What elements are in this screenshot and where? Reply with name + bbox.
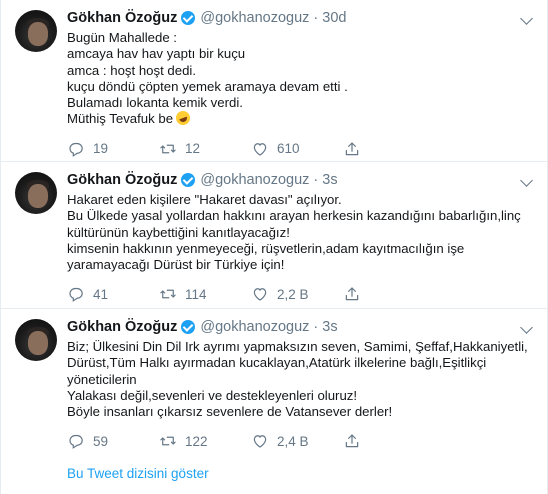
- tweet-text-line: kimsenin hakkının yenmeyeceği, rüşvetler…: [67, 240, 465, 256]
- tweet-text-line: kuçu döndü çöpten yemek aramaya devam et…: [67, 78, 348, 94]
- tweet-text-line: Bu Ülkede yasal yollardan hakkını arayan…: [67, 208, 521, 224]
- like-count: 610: [277, 141, 300, 157]
- avatar[interactable]: [15, 319, 57, 361]
- tweet-header: Gökhan Özoğuz @gokhanozoguz · 3s: [67, 317, 533, 337]
- like-button[interactable]: 2,2 B: [251, 285, 343, 303]
- heart-icon: [253, 288, 267, 302]
- tweet-text-line: Yalakası değil,sevenleri ve destekleyenl…: [67, 387, 358, 403]
- timestamp[interactable]: 3s: [322, 319, 337, 335]
- tweet[interactable]: Gökhan Özoğuz @gokhanozoguz · 3s Hakaret…: [1, 162, 547, 309]
- tweet-text-line: Dürüst,Tüm Halkı ayırmadan kucaklayan,At…: [67, 355, 487, 371]
- retweet-button[interactable]: 122: [159, 432, 251, 450]
- tweet-text-line: amca : hoşt hoşt dedi.: [67, 62, 197, 78]
- share-icon: [345, 434, 359, 448]
- avatar[interactable]: [15, 10, 57, 52]
- verified-badge-icon: [181, 173, 196, 187]
- author-name[interactable]: Gökhan Özoğuz: [67, 10, 177, 26]
- reply-icon: [69, 435, 83, 450]
- retweet-icon: [160, 437, 176, 446]
- reply-count: 19: [93, 141, 109, 157]
- reply-button[interactable]: 41: [67, 285, 159, 303]
- timestamp[interactable]: 30d: [322, 10, 346, 26]
- like-button[interactable]: 610: [251, 140, 343, 158]
- tweet[interactable]: Gökhan Özoğuz @gokhanozoguz · 3s Biz; Ül…: [1, 309, 547, 450]
- author-name[interactable]: Gökhan Özoğuz: [67, 172, 177, 188]
- heart-icon: [253, 142, 267, 156]
- reply-count: 59: [93, 433, 109, 449]
- tweet-text-line: Böyle insanları çıkarsız sevenlere de Va…: [67, 404, 393, 420]
- author-handle[interactable]: @gokhanozoguz: [200, 319, 309, 335]
- tweet-text-line: amcaya hav hav yaptı bir kuçu: [67, 46, 246, 62]
- retweet-count: 122: [185, 433, 208, 449]
- tweet-text-line: Müthiş Tevafuk be: [67, 111, 174, 127]
- tweet-text: Biz; Ülkesini Din Dil Irk ayrımı yapmaks…: [67, 339, 533, 420]
- tweet-text-line: Hakaret eden kişilere "Hakaret davası" a…: [67, 192, 342, 207]
- tweet-text-line: yöneticilerin: [67, 371, 137, 387]
- tweet-text: Hakaret eden kişilere "Hakaret davası" a…: [67, 192, 533, 273]
- verified-badge-icon: [181, 320, 196, 334]
- tweet-header: Gökhan Özoğuz @gokhanozoguz · 30d: [67, 8, 533, 28]
- tweet-text-line: Bugün Mahallede :: [67, 30, 177, 45]
- rolling-on-the-floor-laughing-emoji-icon: [174, 109, 193, 128]
- author-name[interactable]: Gökhan Özoğuz: [67, 319, 177, 335]
- tweet-text: Bugün Mahallede : amcaya hav hav yaptı b…: [67, 30, 533, 128]
- like-button[interactable]: 2,4 B: [251, 432, 343, 450]
- share-button[interactable]: [343, 432, 435, 450]
- tweet-actions: 19 12 610: [67, 140, 533, 158]
- separator-dot: ·: [313, 172, 319, 188]
- retweet-icon: [160, 290, 176, 299]
- tweet-actions: 59 122 2,4 B: [67, 432, 533, 450]
- timestamp[interactable]: 3s: [322, 172, 337, 188]
- like-count: 2,4 B: [277, 433, 309, 449]
- share-button[interactable]: [343, 140, 435, 158]
- tweet-text-line: yaramayacağı Dürüst bir Türkiye için!: [67, 257, 285, 273]
- tweet-text-line: Biz; Ülkesini Din Dil Irk ayrımı yapmaks…: [67, 339, 528, 354]
- tweet-actions: 41 114 2,2 B: [67, 285, 533, 303]
- reply-button[interactable]: 19: [67, 140, 159, 158]
- share-icon: [345, 287, 359, 301]
- separator-dot: ·: [313, 10, 319, 26]
- share-button[interactable]: [343, 285, 435, 303]
- verified-badge-icon: [181, 11, 196, 25]
- author-handle[interactable]: @gokhanozoguz: [200, 10, 309, 26]
- reply-count: 41: [93, 286, 109, 302]
- tweet-text-line: kültürünün kaybettiğini kanıtlayacağız!: [67, 224, 290, 240]
- retweet-button[interactable]: 114: [159, 285, 251, 303]
- retweet-count: 12: [185, 141, 201, 157]
- separator-dot: ·: [313, 319, 319, 335]
- retweet-icon: [160, 144, 176, 154]
- tweet-feed: Gökhan Özoğuz @gokhanozoguz · 30d Bugün …: [0, 0, 548, 494]
- share-icon: [345, 142, 359, 156]
- avatar[interactable]: [15, 172, 57, 214]
- reply-icon: [69, 142, 83, 157]
- heart-icon: [253, 435, 267, 449]
- show-thread-link[interactable]: Bu Tweet dizisini göster: [67, 466, 209, 481]
- tweet[interactable]: Gökhan Özoğuz @gokhanozoguz · 30d Bugün …: [1, 0, 547, 162]
- tweet-text-line-last: Müthiş Tevafuk be: [67, 109, 533, 128]
- retweet-button[interactable]: 12: [159, 140, 251, 158]
- author-handle[interactable]: @gokhanozoguz: [200, 172, 309, 188]
- tweet-header: Gökhan Özoğuz @gokhanozoguz · 3s: [67, 170, 533, 190]
- tweet-text-line: Bulamadı lokanta kemik verdi.: [67, 95, 243, 111]
- reply-button[interactable]: 59: [67, 432, 159, 450]
- like-count: 2,2 B: [277, 286, 309, 302]
- reply-icon: [69, 288, 83, 303]
- retweet-count: 114: [185, 286, 207, 302]
